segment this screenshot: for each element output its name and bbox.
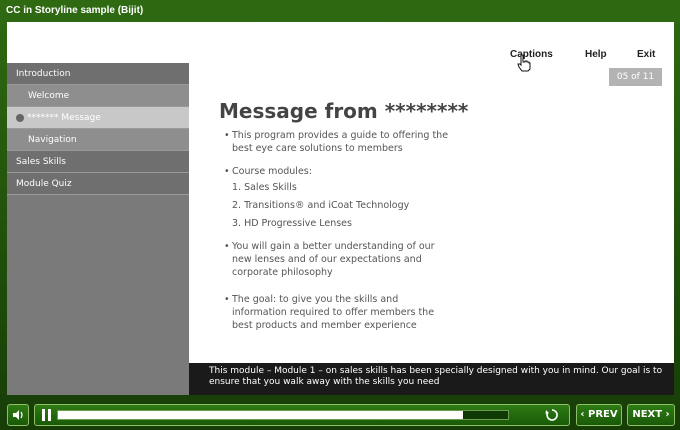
menu-item-label: Module Quiz bbox=[16, 179, 72, 189]
menu-item-label: ******* Message bbox=[27, 113, 101, 123]
seekbar-container bbox=[34, 404, 570, 426]
bullet-intro: This program provides a guide to offerin… bbox=[224, 129, 454, 155]
chevron-left-icon: ‹ bbox=[580, 409, 585, 420]
top-nav: Captions Help Exit bbox=[7, 49, 674, 63]
bullet-goal: The goal: to give you the skills and inf… bbox=[224, 293, 454, 332]
volume-button[interactable] bbox=[7, 404, 29, 426]
menu-item-navigation[interactable]: Navigation bbox=[7, 129, 189, 151]
caption-bar: This module – Module 1 – on sales skills… bbox=[189, 363, 674, 395]
course-menu: Introduction Welcome ******* Message Nav… bbox=[7, 63, 189, 395]
help-button[interactable]: Help bbox=[585, 49, 607, 60]
player-controls: ‹ PREV NEXT › bbox=[0, 400, 680, 430]
bullet-understanding: You will gain a better understanding of … bbox=[224, 240, 454, 279]
menu-item-label: Sales Skills bbox=[16, 157, 66, 167]
next-button[interactable]: NEXT › bbox=[627, 404, 675, 426]
current-slide-dot-icon bbox=[16, 114, 24, 122]
pause-icon bbox=[42, 409, 51, 421]
slide-heading: Message from ******** bbox=[219, 99, 469, 123]
menu-item-label: Welcome bbox=[28, 91, 70, 101]
module-item: 1. Sales Skills bbox=[232, 182, 297, 193]
progress-bar[interactable] bbox=[57, 410, 509, 420]
next-label: NEXT bbox=[632, 409, 663, 420]
replay-button[interactable] bbox=[545, 408, 559, 422]
menu-item-module-quiz[interactable]: Module Quiz bbox=[7, 173, 189, 195]
menu-item-introduction[interactable]: Introduction bbox=[7, 63, 189, 85]
replay-icon bbox=[545, 409, 558, 421]
menu-item-message[interactable]: ******* Message bbox=[7, 107, 189, 129]
window-title: CC in Storyline sample (Bijit) bbox=[6, 5, 144, 16]
volume-icon bbox=[13, 410, 23, 420]
slide-content: Message from ******** This program provi… bbox=[189, 63, 674, 363]
player-frame: Captions Help Exit 05 of 11 Introduction… bbox=[7, 22, 674, 395]
pause-button[interactable] bbox=[41, 408, 53, 422]
module-item: 3. HD Progressive Lenses bbox=[232, 218, 352, 229]
module-item: 2. Transitions® and iCoat Technology bbox=[232, 200, 410, 211]
prev-label: PREV bbox=[588, 409, 618, 420]
exit-button[interactable]: Exit bbox=[637, 49, 655, 60]
menu-item-label: Navigation bbox=[28, 135, 77, 145]
bullet-modules: Course modules: bbox=[224, 165, 454, 178]
progress-fill bbox=[58, 411, 463, 419]
menu-item-label: Introduction bbox=[16, 69, 71, 79]
menu-item-sales-skills[interactable]: Sales Skills bbox=[7, 151, 189, 173]
prev-button[interactable]: ‹ PREV bbox=[576, 404, 622, 426]
chevron-right-icon: › bbox=[665, 409, 670, 420]
menu-item-welcome[interactable]: Welcome bbox=[7, 85, 189, 107]
slide-body: This program provides a guide to offerin… bbox=[224, 129, 454, 332]
